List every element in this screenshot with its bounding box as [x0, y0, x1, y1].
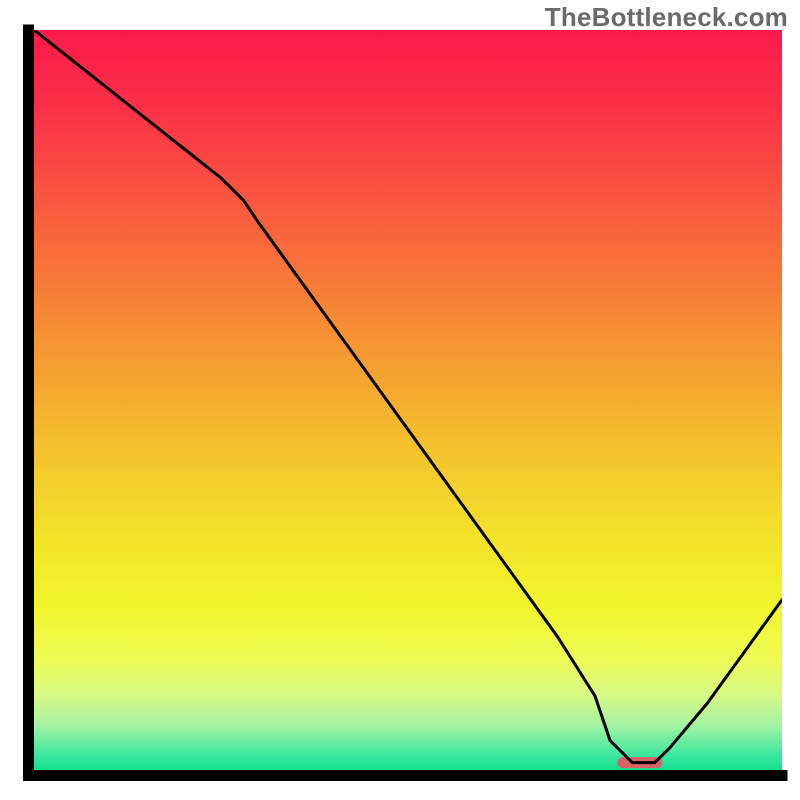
watermark-text: TheBottleneck.com: [545, 2, 788, 33]
gradient-background: [34, 30, 782, 770]
chart-container: TheBottleneck.com: [0, 0, 800, 800]
bottleneck-chart: [0, 0, 800, 800]
